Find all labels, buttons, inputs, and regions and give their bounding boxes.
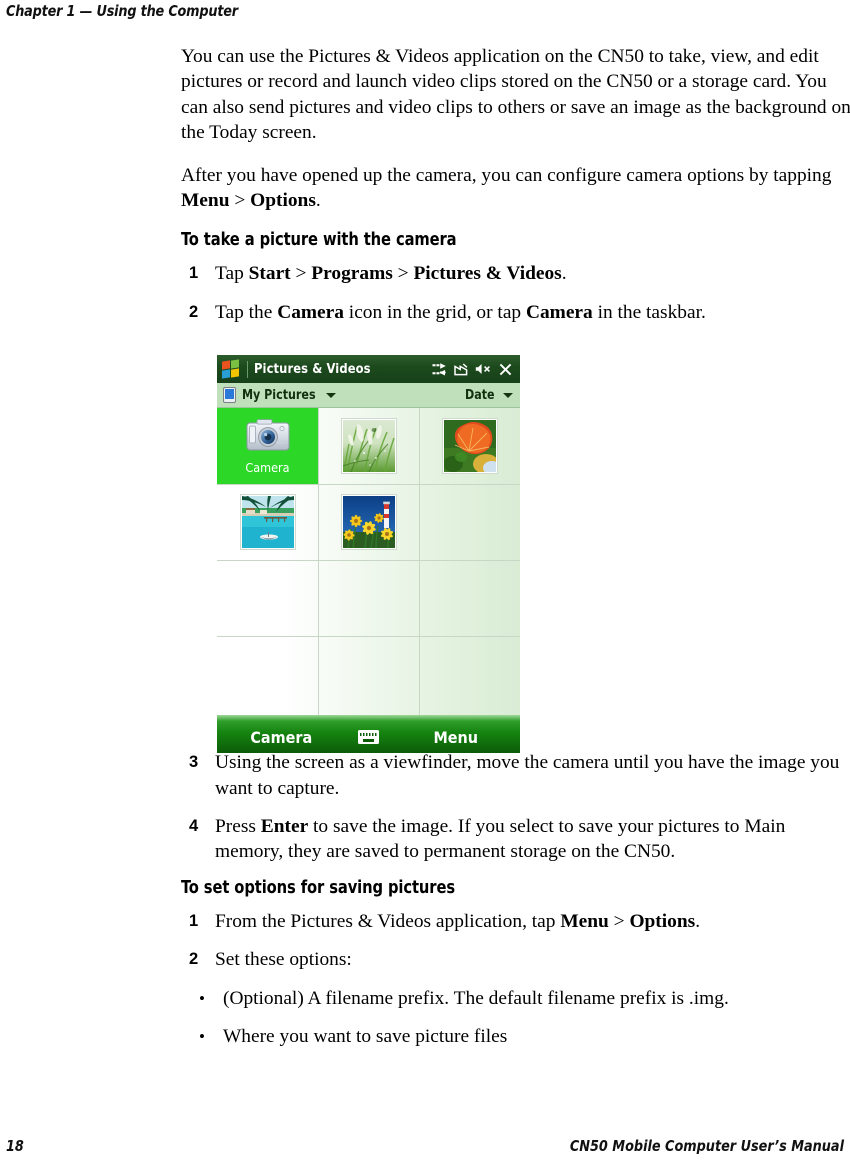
step-number: 2 bbox=[189, 950, 199, 969]
sort-selector[interactable]: Date bbox=[465, 388, 513, 403]
step5-menu: Menu bbox=[560, 910, 609, 932]
sort-selector-label[interactable]: Date bbox=[465, 388, 495, 403]
bullet-marker: • bbox=[199, 988, 205, 1008]
step-number: 2 bbox=[189, 302, 199, 321]
heading-set-options: To set options for saving pictures bbox=[181, 877, 455, 898]
bullet-2-text: Where you want to save picture files bbox=[223, 1026, 508, 1048]
para2-period: . bbox=[315, 190, 321, 212]
keyboard-icon[interactable] bbox=[346, 724, 392, 744]
camera-icon bbox=[243, 417, 293, 460]
footer-manual-title: CN50 Mobile Computer User’s Manual bbox=[569, 1137, 844, 1155]
step-number: 4 bbox=[189, 817, 199, 836]
grid-cell-photo[interactable] bbox=[217, 484, 318, 560]
step-item: 2 Tap the Camera icon in the grid, or tap… bbox=[181, 300, 850, 325]
chevron-down-icon[interactable] bbox=[326, 392, 337, 398]
no-signal-icon[interactable] bbox=[454, 362, 468, 376]
step1-pictures-videos: Pictures & Videos bbox=[413, 263, 562, 285]
step5-gt: > bbox=[608, 910, 630, 932]
steps-set-options: 1 From the Pictures & Videos application,… bbox=[181, 909, 850, 973]
para2-gt: > bbox=[229, 190, 251, 212]
step4-enter: Enter bbox=[260, 816, 309, 838]
grid-cell-photo[interactable] bbox=[318, 484, 419, 560]
page-number: 18 bbox=[6, 1137, 24, 1155]
softkey-camera-button[interactable]: Camera bbox=[217, 721, 346, 747]
grid-cell-photo[interactable] bbox=[419, 408, 520, 484]
steps-take-picture: 1 Tap Start > Programs > Pictures & Video… bbox=[181, 261, 850, 325]
step-item: 1 Tap Start > Programs > Pictures & Video… bbox=[181, 261, 850, 286]
step-number: 1 bbox=[189, 911, 199, 930]
step-number: 3 bbox=[189, 753, 199, 772]
close-icon[interactable] bbox=[499, 363, 512, 376]
step-number: 1 bbox=[189, 264, 199, 283]
step-item: 4 Press Enter to save the image. If you s… bbox=[181, 814, 850, 865]
options-bullet-list: • (Optional) A filename prefix. The defau… bbox=[181, 986, 850, 1050]
step5-options: Options bbox=[629, 910, 696, 932]
intro-paragraph-1: You can use the Pictures & Videos applic… bbox=[181, 46, 850, 144]
step-item: 1 From the Pictures & Videos application,… bbox=[181, 909, 850, 934]
step3-text: Using the screen as a viewfinder, move t… bbox=[215, 752, 840, 799]
chevron-down-icon[interactable] bbox=[503, 392, 513, 398]
step1-programs: Programs bbox=[311, 263, 393, 285]
step6-text: Set these options: bbox=[215, 949, 352, 971]
steps-take-picture-cont: 3 Using the screen as a viewfinder, move … bbox=[181, 750, 850, 865]
step2-text-b: icon in the grid, or tap bbox=[343, 301, 526, 323]
step1-gt-1: > bbox=[290, 263, 312, 285]
step4-text-a: Press bbox=[215, 816, 261, 838]
step5-period: . bbox=[695, 910, 701, 932]
step1-text-a: Tap bbox=[215, 263, 249, 285]
titlebar-divider bbox=[247, 360, 248, 378]
step1-gt-2: > bbox=[392, 263, 414, 285]
device-title-bar: Pictures & Videos bbox=[217, 355, 520, 383]
tropical-beach-photo-thumbnail[interactable] bbox=[239, 494, 296, 550]
step-item: 2 Set these options: bbox=[181, 947, 850, 972]
softkey-menu-button[interactable]: Menu bbox=[392, 721, 521, 747]
page-footer: 18 CN50 Mobile Computer User’s Manual bbox=[0, 1137, 850, 1159]
connectivity-icon[interactable] bbox=[432, 362, 447, 376]
step-item: 3 Using the screen as a viewfinder, move … bbox=[181, 750, 850, 801]
window-title: Pictures & Videos bbox=[254, 361, 371, 377]
para2-text-a: After you have opened up the camera, you… bbox=[181, 164, 832, 186]
bullet-1-text: (Optional) A filename prefix. The defaul… bbox=[223, 987, 729, 1009]
step1-period: . bbox=[561, 263, 567, 285]
device-soft-key-bar: Camera Menu bbox=[217, 715, 520, 753]
step2-text-a: Tap the bbox=[215, 301, 278, 323]
list-item: • (Optional) A filename prefix. The defau… bbox=[181, 986, 850, 1011]
yellow-flowers-photo-thumbnail[interactable] bbox=[340, 494, 397, 550]
grass-photo-thumbnail[interactable] bbox=[340, 418, 397, 474]
volume-muted-icon[interactable] bbox=[475, 363, 492, 375]
device-storage-icon bbox=[223, 387, 236, 403]
intro-paragraph-2: After you have opened up the camera, you… bbox=[181, 163, 850, 214]
grid-cell-photo[interactable] bbox=[318, 408, 419, 484]
thumbnail-grid: Camera bbox=[217, 408, 520, 715]
titlebar-icon-group bbox=[432, 362, 514, 376]
step2-camera-2: Camera bbox=[525, 301, 593, 323]
device-folder-bar: My Pictures Date bbox=[217, 383, 520, 408]
folder-selector-label[interactable]: My Pictures bbox=[242, 388, 316, 403]
camera-cell-label: Camera bbox=[245, 460, 290, 476]
step2-text-c: in the taskbar. bbox=[592, 301, 706, 323]
para2-menu: Menu bbox=[181, 190, 230, 212]
pictures-videos-screenshot: Pictures & Videos My Pictures Date Camer… bbox=[217, 355, 520, 753]
step2-camera-1: Camera bbox=[277, 301, 344, 323]
para2-options: Options bbox=[250, 190, 316, 212]
maple-leaf-photo-thumbnail[interactable] bbox=[441, 418, 498, 474]
step1-start: Start bbox=[248, 263, 291, 285]
grid-cell-empty[interactable] bbox=[419, 484, 520, 560]
grid-cell-camera[interactable]: Camera bbox=[217, 408, 318, 484]
windows-start-flag-icon[interactable] bbox=[222, 359, 242, 378]
step5-text-a: From the Pictures & Videos application, … bbox=[215, 910, 561, 932]
bullet-marker: • bbox=[199, 1027, 205, 1047]
list-item: • Where you want to save picture files bbox=[181, 1024, 850, 1049]
heading-take-picture: To take a picture with the camera bbox=[181, 230, 457, 251]
running-head: Chapter 1 — Using the Computer bbox=[6, 2, 238, 20]
